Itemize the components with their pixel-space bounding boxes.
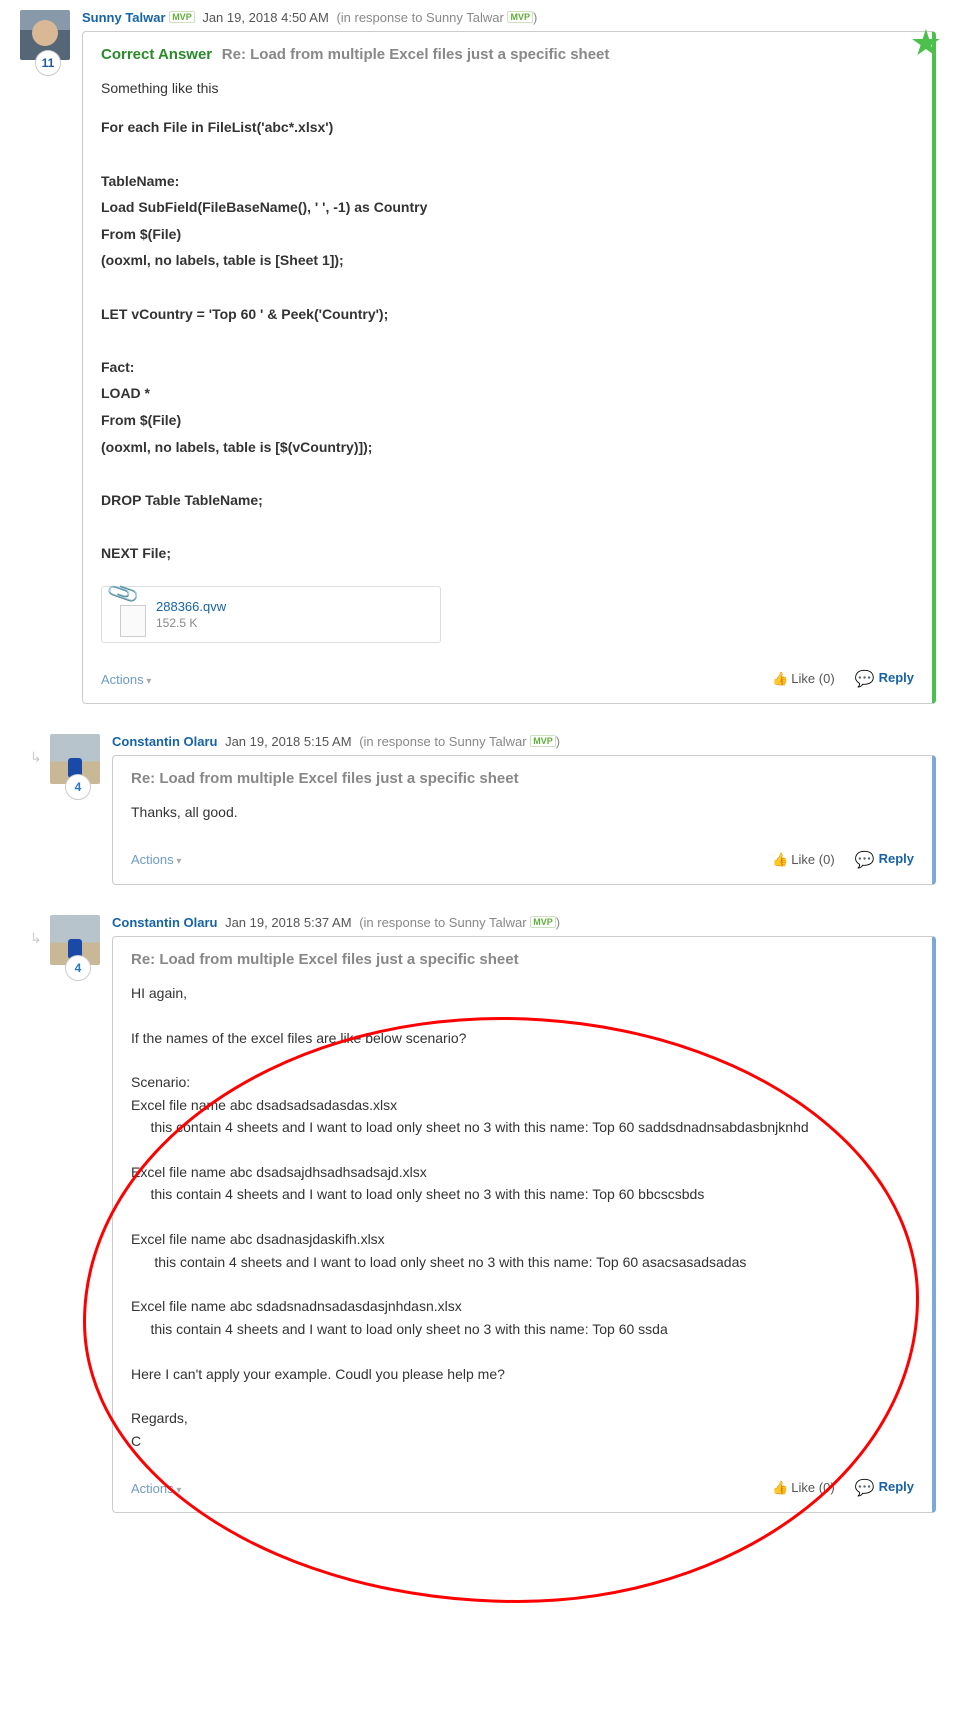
post-date: Jan 19, 2018 4:50 AM [202, 10, 328, 25]
author-link[interactable]: Sunny Talwar [82, 10, 166, 25]
author-link[interactable]: Constantin Olaru [112, 915, 217, 930]
reply-button[interactable]: 💬Reply [855, 669, 914, 689]
reply-icon: 💬 [855, 852, 875, 869]
author-link[interactable]: Constantin Olaru [112, 734, 217, 749]
like-button[interactable]: 👍Like (0) [772, 852, 835, 868]
post-body: Re: Load from multiple Excel files just … [112, 755, 936, 884]
file-icon [120, 605, 146, 637]
correct-answer-label: Correct Answer [101, 46, 212, 63]
like-button[interactable]: 👍Like (0) [772, 671, 835, 687]
post-date: Jan 19, 2018 5:15 AM [225, 734, 351, 749]
attachment: 📎 288366.qvw 152.5 K [101, 586, 441, 643]
star-icon: ★ [910, 22, 942, 64]
thumb-icon: 👍 [772, 852, 788, 867]
post-meta: Sunny Talwar MVP Jan 19, 2018 4:50 AM (i… [82, 10, 936, 25]
post-content: HI again, If the names of the excel file… [131, 982, 914, 1452]
post-meta: Constantin Olaru Jan 19, 2018 5:15 AM (i… [112, 734, 936, 749]
in-response-to: (in response to Sunny Talwar MVP) [336, 10, 537, 25]
reply-arrow-icon: ↳ [30, 930, 42, 947]
reply-button[interactable]: 💬Reply [855, 1478, 914, 1498]
code-block: For each File in FileList('abc*.xlsx') T… [101, 114, 914, 566]
post-intro: Something like this [101, 77, 914, 99]
post-meta: Constantin Olaru Jan 19, 2018 5:37 AM (i… [112, 915, 936, 930]
reply-icon: 💬 [855, 1480, 875, 1497]
thumb-icon: 👍 [772, 671, 788, 686]
post-content: Thanks, all good. [131, 801, 914, 823]
level-badge: 11 [35, 50, 61, 76]
level-badge: 4 [65, 955, 91, 981]
in-response-to: (in response to Sunny Talwar MVP) [359, 734, 560, 749]
reply-arrow-icon: ↳ [30, 749, 42, 766]
actions-menu[interactable]: Actions [131, 1481, 181, 1496]
like-button[interactable]: 👍Like (0) [772, 1480, 835, 1496]
actions-menu[interactable]: Actions [101, 672, 151, 687]
attachment-size: 152.5 K [156, 616, 426, 630]
post-subject[interactable]: Re: Load from multiple Excel files just … [222, 46, 610, 63]
thumb-icon: 👍 [772, 1480, 788, 1495]
attachment-link[interactable]: 288366.qvw [156, 599, 226, 614]
in-response-to: (in response to Sunny Talwar MVP) [359, 915, 560, 930]
reply-button[interactable]: 💬Reply [855, 850, 914, 870]
post-body-correct: ★ Correct Answer Re: Load from multiple … [82, 31, 936, 704]
post-body: Re: Load from multiple Excel files just … [112, 936, 936, 1513]
post-subject[interactable]: Re: Load from multiple Excel files just … [131, 770, 519, 787]
post-subject[interactable]: Re: Load from multiple Excel files just … [131, 951, 519, 968]
actions-menu[interactable]: Actions [131, 852, 181, 867]
post-date: Jan 19, 2018 5:37 AM [225, 915, 351, 930]
reply-icon: 💬 [855, 671, 875, 688]
level-badge: 4 [65, 774, 91, 800]
mvp-badge: MVP [169, 11, 195, 23]
